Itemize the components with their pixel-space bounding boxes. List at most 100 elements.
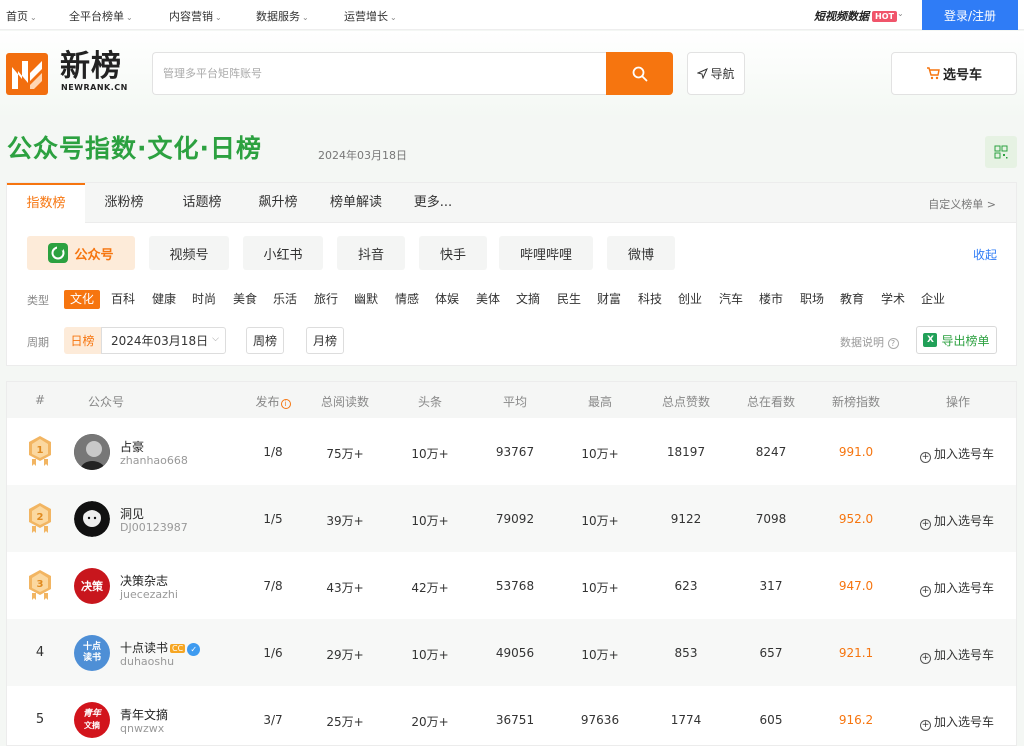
avatar[interactable]: 决策 — [74, 568, 110, 604]
date-select[interactable]: 2024年03月18日 ⌵ — [101, 327, 226, 354]
category-item[interactable]: 汽车 — [715, 290, 747, 309]
nav-home[interactable]: 首页 ⌄ — [6, 8, 37, 24]
nav-content-marketing[interactable]: 内容营销 ⌄ — [169, 8, 222, 24]
logo-wordmark[interactable]: 新榜 — [60, 51, 122, 83]
cell-watching: 605 — [759, 713, 783, 727]
search-input[interactable] — [152, 52, 606, 95]
chevron-down-icon: ⌄ — [390, 13, 397, 22]
category-item[interactable]: 体娱 — [431, 290, 463, 309]
tab-fans-rank[interactable]: 涨粉榜 — [85, 183, 163, 223]
category-item[interactable]: 教育 — [836, 290, 868, 309]
category-item[interactable]: 时尚 — [188, 290, 220, 309]
daily-rank-button[interactable]: 日榜 — [64, 327, 101, 354]
category-item[interactable]: 情感 — [391, 290, 423, 309]
short-video-data-link[interactable]: 短视频数据 HOT — [814, 8, 897, 24]
table-row: 4 十点 读书 十点读书 CC ✓ duhaoshu 1/6 29万+ 10万+ 49… — [7, 619, 1016, 686]
platform-douyin[interactable]: 抖音 — [337, 236, 405, 270]
newrank-logo-icon[interactable] — [6, 53, 48, 95]
account-name[interactable]: 占豪 — [120, 438, 144, 455]
category-item[interactable]: 创业 — [674, 290, 706, 309]
avatar[interactable]: 青年 文摘 — [74, 702, 110, 738]
add-to-cart-button[interactable]: + 加入选号车 — [920, 713, 994, 731]
chevron-down-icon[interactable]: ⌄ — [897, 9, 904, 18]
category-item[interactable]: 乐活 — [269, 290, 301, 309]
category-item[interactable]: 科技 — [634, 290, 666, 309]
avatar[interactable]: 十点 读书 — [74, 635, 110, 671]
cell-watching: 7098 — [755, 512, 787, 526]
tab-index-rank[interactable]: 指数榜 — [7, 183, 85, 224]
add-to-cart-button[interactable]: + 加入选号车 — [920, 579, 994, 597]
category-item[interactable]: 美食 — [229, 290, 261, 309]
nav-ops-growth[interactable]: 运营增长 ⌄ — [344, 8, 397, 24]
platform-xiaohongshu[interactable]: 小红书 — [243, 236, 323, 270]
category-item[interactable]: 健康 — [148, 290, 180, 309]
cart-label: 选号车 — [942, 68, 982, 83]
category-item[interactable]: 民生 — [553, 290, 585, 309]
selection-cart-button[interactable]: 选号车 — [891, 52, 1017, 95]
cell-likes: 9122 — [670, 512, 702, 526]
cell-likes: 853 — [674, 646, 698, 660]
export-rank-button[interactable]: X 导出榜单 — [916, 326, 997, 354]
category-item[interactable]: 美体 — [472, 290, 504, 309]
login-register-button[interactable]: 登录/注册 — [922, 0, 1018, 30]
category-item[interactable]: 文摘 — [512, 290, 544, 309]
cell-total-reads: 43万+ — [326, 581, 364, 595]
cell-watching: 317 — [759, 579, 783, 593]
collapse-button[interactable]: 收起 — [973, 246, 997, 263]
account-name[interactable]: 决策杂志 — [120, 572, 168, 589]
data-description-link[interactable]: 数据说明 ? — [840, 334, 899, 350]
filter-panel: 指数榜 涨粉榜 话题榜 飙升榜 榜单解读 更多... 自定义榜单 > 公众号 视… — [6, 182, 1017, 366]
verified-icon: ✓ — [187, 643, 201, 656]
tab-more[interactable]: 更多... — [397, 183, 469, 223]
category-item[interactable]: 百科 — [107, 290, 139, 309]
nav-data-service[interactable]: 数据服务 ⌄ — [256, 8, 309, 24]
category-item[interactable]: 幽默 — [350, 290, 382, 309]
nav-marketing-label: 内容营销 — [169, 10, 213, 23]
col-actions: 操作 — [945, 395, 970, 409]
cell-watching: 657 — [759, 646, 783, 660]
period-label: 周期 — [27, 336, 49, 349]
platform-wechat[interactable]: 公众号 — [27, 236, 135, 270]
platform-bilibili[interactable]: 哔哩哔哩 — [499, 236, 593, 270]
plus-circle-icon: + — [920, 519, 931, 530]
navigation-icon — [697, 68, 709, 79]
plus-circle-icon: + — [920, 452, 931, 463]
weekly-rank-button[interactable]: 周榜 — [246, 327, 284, 354]
qr-code-icon — [994, 145, 1008, 159]
category-item[interactable]: 旅行 — [310, 290, 342, 309]
excel-icon: X — [923, 333, 938, 347]
category-item[interactable]: 职场 — [796, 290, 828, 309]
plus-circle-icon: + — [920, 720, 931, 731]
guide-button[interactable]: 导航 — [687, 52, 745, 95]
cell-publish: 1/6 — [263, 646, 283, 660]
qr-code-button[interactable] — [985, 136, 1017, 168]
col-publish[interactable]: 发布 i — [253, 393, 293, 410]
category-item[interactable]: 企业 — [917, 290, 949, 309]
nav-all-platform-ranks[interactable]: 全平台榜单 ⌄ — [69, 8, 133, 24]
avatar[interactable] — [74, 501, 110, 537]
avatar[interactable] — [74, 434, 110, 470]
cell-publish: 3/7 — [263, 713, 283, 727]
category-item[interactable]: 楼市 — [755, 290, 787, 309]
tab-topic-rank[interactable]: 话题榜 — [163, 183, 241, 223]
monthly-rank-button[interactable]: 月榜 — [306, 327, 344, 354]
tab-rising-rank[interactable]: 飙升榜 — [241, 183, 315, 223]
category-item[interactable]: 学术 — [877, 290, 909, 309]
category-culture[interactable]: 文化 — [64, 290, 100, 309]
account-name[interactable]: 青年文摘 — [120, 706, 168, 723]
platform-channels[interactable]: 视频号 — [149, 236, 229, 270]
cell-likes: 18197 — [666, 445, 706, 459]
platform-kuaishou[interactable]: 快手 — [419, 236, 487, 270]
search-button[interactable] — [606, 52, 673, 95]
add-to-cart-label: 加入选号车 — [934, 514, 995, 528]
tab-rank-interpretation[interactable]: 榜单解读 — [315, 183, 397, 223]
category-item[interactable]: 财富 — [593, 290, 625, 309]
cart-icon — [926, 67, 940, 80]
account-name[interactable]: 洞见 — [120, 505, 144, 522]
account-name[interactable]: 十点读书 CC ✓ — [120, 639, 201, 656]
custom-rank-link[interactable]: 自定义榜单 > — [928, 196, 996, 212]
add-to-cart-button[interactable]: + 加入选号车 — [920, 445, 994, 463]
platform-weibo[interactable]: 微博 — [607, 236, 675, 270]
add-to-cart-button[interactable]: + 加入选号车 — [920, 646, 994, 664]
add-to-cart-button[interactable]: + 加入选号车 — [920, 512, 994, 530]
